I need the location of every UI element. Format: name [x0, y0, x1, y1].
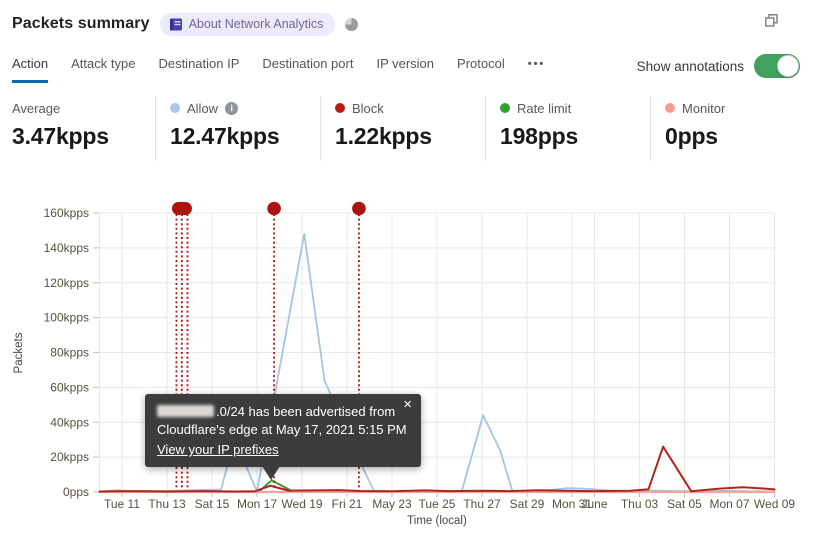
tooltip-text-1: .0/24 has been advertised from	[216, 404, 396, 419]
x-tick-label: Tue 25	[419, 497, 456, 511]
annotation-marker[interactable]	[267, 201, 281, 216]
x-tick-label: Wed 09	[754, 497, 795, 511]
annotation-marker[interactable]	[352, 201, 366, 216]
y-tick-label: 80kpps	[50, 346, 89, 360]
x-axis-title: Time (local)	[407, 515, 467, 527]
packets-summary-panel: Packets summary About Network Analytics …	[0, 0, 816, 545]
x-tick-label: May 23	[372, 497, 412, 511]
y-tick-label: 140kpps	[44, 241, 89, 255]
redacted-ip-prefix	[157, 405, 214, 417]
x-tick-label: Sat 05	[667, 497, 702, 511]
x-tick-label: Tue 11	[104, 497, 140, 511]
x-tick-label: Fri 21	[332, 497, 363, 511]
x-tick-label: Mon 07	[709, 497, 749, 511]
annotation-marker-cluster[interactable]	[171, 202, 192, 215]
y-tick-label: 0pps	[63, 485, 89, 499]
y-tick-label: 120kpps	[44, 276, 89, 290]
close-icon[interactable]: ×	[403, 397, 412, 412]
y-axis-title: Packets	[13, 332, 25, 373]
y-tick-label: 160kpps	[44, 206, 89, 220]
y-tick-label: 20kpps	[50, 450, 89, 464]
x-tick-label: Thu 13	[148, 497, 186, 511]
tooltip-text-2: Cloudflare's edge at May 17, 2021 5:15 P…	[157, 422, 407, 437]
x-tick-label: Sat 29	[510, 497, 545, 511]
x-tick-label: Wed 19	[281, 497, 322, 511]
x-tick-label: Thu 27	[463, 497, 501, 511]
x-tick-label: Mon 17	[237, 497, 277, 511]
view-ip-prefixes-link[interactable]: View your IP prefixes	[157, 441, 279, 459]
x-tick-label: Sat 15	[195, 497, 230, 511]
y-tick-label: 60kpps	[50, 380, 89, 394]
tooltip-caret	[262, 466, 280, 480]
x-tick-label: Thu 03	[621, 497, 659, 511]
annotation-tooltip: × .0/24 has been advertised from Cloudfl…	[145, 394, 421, 480]
y-tick-label: 100kpps	[44, 311, 89, 325]
y-tick-label: 40kpps	[50, 415, 89, 429]
x-tick-label: June	[581, 497, 607, 511]
